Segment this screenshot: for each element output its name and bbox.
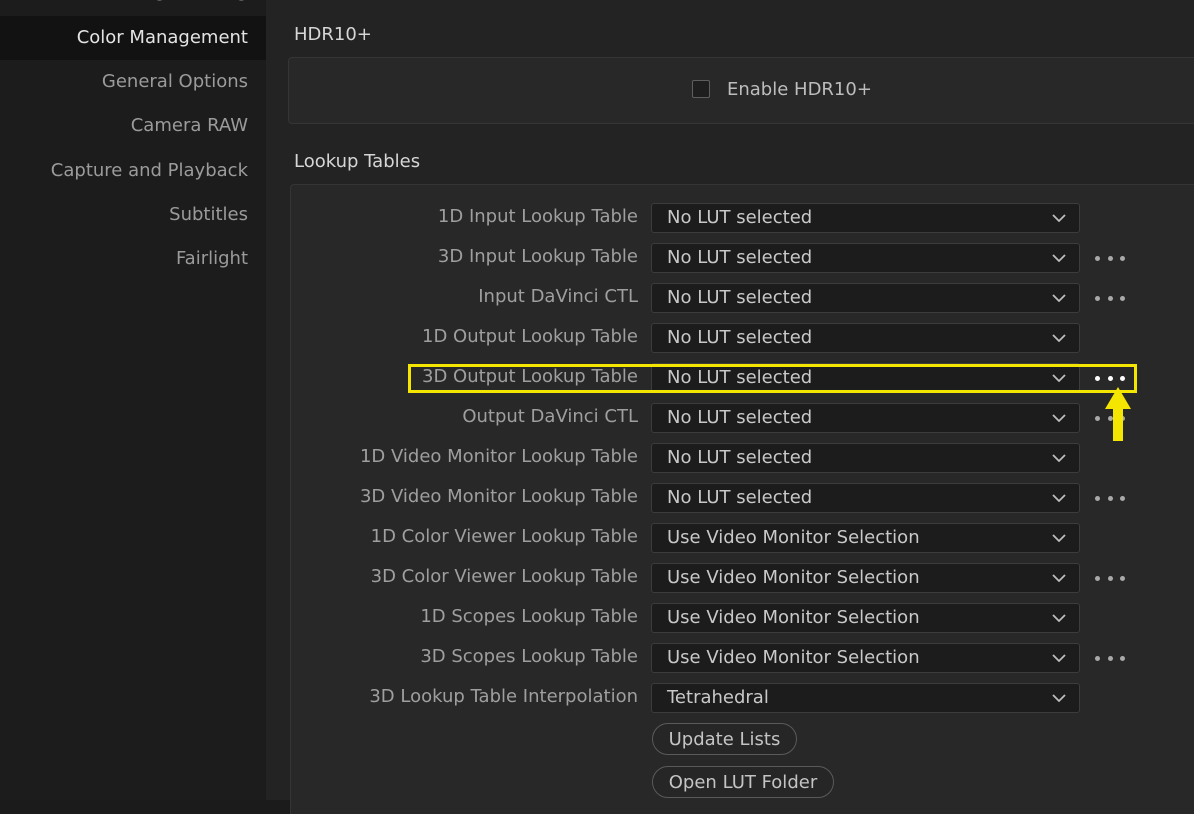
- output-davinci-ctl-selected-value: No LUT selected: [667, 407, 813, 428]
- highlight-annotation-box: [408, 364, 1137, 393]
- 3d-scopes-lookup-table-more-options-icon[interactable]: [1095, 653, 1125, 663]
- 3d-lookup-table-interpolation-dropdown[interactable]: Tetrahedral: [651, 683, 1080, 713]
- chevron-down-icon: [1052, 454, 1066, 463]
- chevron-down-icon: [1052, 614, 1066, 623]
- color-management-panel: HDR10+ Enable HDR10+ Lookup Tables 1D In…: [266, 0, 1194, 814]
- 1d-video-monitor-lookup-table-selected-value: No LUT selected: [667, 447, 813, 468]
- 1d-color-viewer-lookup-table-dropdown[interactable]: Use Video Monitor Selection: [651, 523, 1080, 553]
- output-davinci-ctl-label: Output DaVinci CTL: [462, 406, 638, 427]
- 1d-color-viewer-lookup-table-selected-value: Use Video Monitor Selection: [667, 527, 920, 548]
- chevron-down-icon: [1052, 294, 1066, 303]
- chevron-down-icon: [1052, 214, 1066, 223]
- 1d-video-monitor-lookup-table-dropdown[interactable]: No LUT selected: [651, 443, 1080, 473]
- 3d-color-viewer-lookup-table-label: 3D Color Viewer Lookup Table: [370, 566, 638, 587]
- chevron-down-icon: [1052, 494, 1066, 503]
- chevron-down-icon: [1052, 694, 1066, 703]
- input-davinci-ctl-selected-value: No LUT selected: [667, 287, 813, 308]
- 3d-video-monitor-lookup-table-more-options-icon[interactable]: [1095, 493, 1125, 503]
- 3d-input-lookup-table-label: 3D Input Lookup Table: [437, 246, 638, 267]
- sidebar-item-camera-raw[interactable]: Camera RAW: [0, 104, 266, 148]
- 3d-color-viewer-lookup-table-selected-value: Use Video Monitor Selection: [667, 567, 920, 588]
- lookup-tables-title: Lookup Tables: [294, 151, 421, 172]
- 3d-scopes-lookup-table-selected-value: Use Video Monitor Selection: [667, 647, 920, 668]
- 1d-video-monitor-lookup-table-label: 1D Video Monitor Lookup Table: [359, 446, 638, 467]
- sidebar-item-color-management[interactable]: Color Management: [0, 16, 266, 60]
- chevron-down-icon: [1052, 534, 1066, 543]
- 1d-color-viewer-lookup-table-label: 1D Color Viewer Lookup Table: [370, 526, 638, 547]
- 1d-input-lookup-table-dropdown[interactable]: No LUT selected: [651, 203, 1080, 233]
- hdr-section-title: HDR10+: [294, 24, 372, 45]
- input-davinci-ctl-dropdown[interactable]: No LUT selected: [651, 283, 1080, 313]
- 3d-input-lookup-table-dropdown[interactable]: No LUT selected: [651, 243, 1080, 273]
- 3d-lookup-table-interpolation-selected-value: Tetrahedral: [667, 687, 769, 708]
- 3d-input-lookup-table-more-options-icon[interactable]: [1095, 253, 1125, 263]
- 1d-scopes-lookup-table-dropdown[interactable]: Use Video Monitor Selection: [651, 603, 1080, 633]
- enable-hdr10-checkbox[interactable]: [692, 80, 710, 98]
- sidebar-item-subtitles[interactable]: Subtitles: [0, 193, 266, 237]
- output-davinci-ctl-dropdown[interactable]: No LUT selected: [651, 403, 1080, 433]
- input-davinci-ctl-more-options-icon[interactable]: [1095, 293, 1125, 303]
- 1d-output-lookup-table-label: 1D Output Lookup Table: [422, 326, 638, 347]
- chevron-down-icon: [1052, 334, 1066, 343]
- 1d-scopes-lookup-table-selected-value: Use Video Monitor Selection: [667, 607, 920, 628]
- open-lut-folder-button[interactable]: Open LUT Folder: [652, 766, 834, 798]
- 3d-scopes-lookup-table-dropdown[interactable]: Use Video Monitor Selection: [651, 643, 1080, 673]
- 3d-scopes-lookup-table-label: 3D Scopes Lookup Table: [420, 646, 638, 667]
- chevron-down-icon: [1052, 654, 1066, 663]
- 3d-video-monitor-lookup-table-dropdown[interactable]: No LUT selected: [651, 483, 1080, 513]
- input-davinci-ctl-label: Input DaVinci CTL: [478, 286, 638, 307]
- chevron-down-icon: [1052, 254, 1066, 263]
- 3d-color-viewer-lookup-table-dropdown[interactable]: Use Video Monitor Selection: [651, 563, 1080, 593]
- chevron-down-icon: [1052, 574, 1066, 583]
- 1d-input-lookup-table-selected-value: No LUT selected: [667, 207, 813, 228]
- 1d-output-lookup-table-dropdown[interactable]: No LUT selected: [651, 323, 1080, 353]
- 3d-video-monitor-lookup-table-selected-value: No LUT selected: [667, 487, 813, 508]
- 3d-input-lookup-table-selected-value: No LUT selected: [667, 247, 813, 268]
- up-arrow-icon: [1105, 387, 1131, 441]
- sidebar-item-capture-and-playback[interactable]: Capture and Playback: [0, 149, 266, 193]
- 3d-lookup-table-interpolation-label: 3D Lookup Table Interpolation: [369, 686, 638, 707]
- chevron-down-icon: [1052, 414, 1066, 423]
- preferences-sidebar: Image Scaling Color Management General O…: [0, 0, 266, 800]
- sidebar-item-image-scaling[interactable]: Image Scaling: [0, 0, 266, 14]
- 1d-scopes-lookup-table-label: 1D Scopes Lookup Table: [420, 606, 638, 627]
- enable-hdr10-label[interactable]: Enable HDR10+: [727, 79, 872, 100]
- 3d-color-viewer-lookup-table-more-options-icon[interactable]: [1095, 573, 1125, 583]
- 3d-video-monitor-lookup-table-label: 3D Video Monitor Lookup Table: [359, 486, 638, 507]
- sidebar-item-fairlight[interactable]: Fairlight: [0, 237, 266, 281]
- sidebar-item-general-options[interactable]: General Options: [0, 60, 266, 104]
- 1d-output-lookup-table-selected-value: No LUT selected: [667, 327, 813, 348]
- 1d-input-lookup-table-label: 1D Input Lookup Table: [437, 206, 638, 227]
- update-lists-button[interactable]: Update Lists: [652, 723, 797, 755]
